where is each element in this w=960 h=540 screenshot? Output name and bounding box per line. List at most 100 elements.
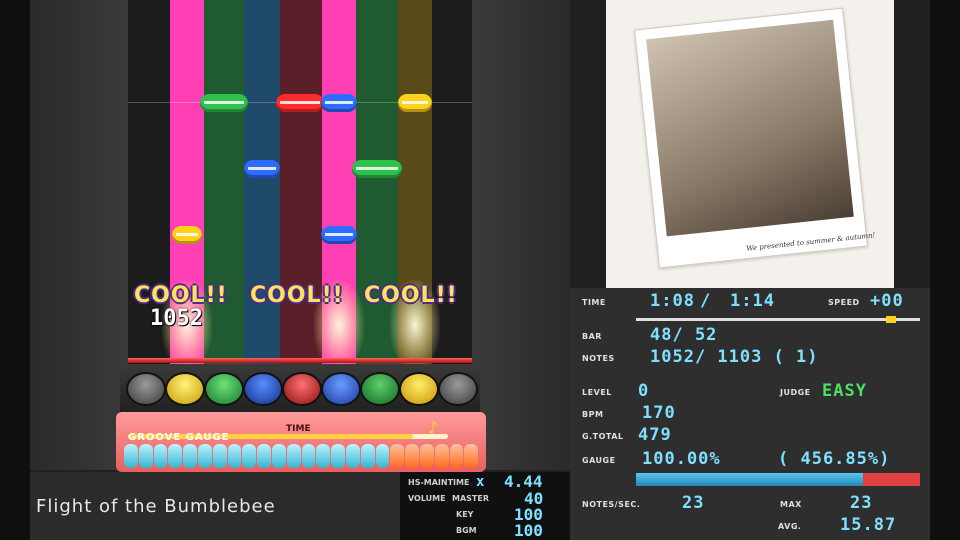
speed-bar xyxy=(636,316,920,323)
option-status: HS-MAINTIME x 4.44 VOLUME MASTER 40 KEY … xyxy=(400,472,570,540)
groove-cell xyxy=(405,444,419,468)
right-border xyxy=(930,0,960,540)
music-note-icon: ♪ xyxy=(428,418,439,437)
groove-cell xyxy=(138,444,153,468)
max-label: MAX xyxy=(780,500,802,509)
song-bar: Flight of the Bumblebee xyxy=(30,472,400,540)
notes-label: NOTES xyxy=(582,354,615,363)
jacket-photo xyxy=(634,7,868,269)
song-title: Flight of the Bumblebee xyxy=(36,496,276,517)
level-value: 0 xyxy=(638,381,650,401)
right-frame xyxy=(472,0,570,470)
groove-cell xyxy=(419,444,434,468)
note-red xyxy=(276,94,324,112)
gauge-panel: TIME ♪ GROOVE GAUGE xyxy=(116,412,486,472)
groove-cell xyxy=(286,444,301,468)
button-white[interactable] xyxy=(126,372,166,406)
bar-label: BAR xyxy=(582,332,602,341)
button-blue[interactable] xyxy=(321,372,361,406)
speed-marker xyxy=(886,316,896,323)
button-green[interactable] xyxy=(360,372,400,406)
time-label: TIME xyxy=(582,298,606,307)
gauge-value: 100.00% xyxy=(642,449,721,469)
notes-sec-label: NOTES/SEC. xyxy=(582,500,641,509)
groove-cell xyxy=(197,444,212,468)
button-yellow[interactable] xyxy=(399,372,439,406)
groove-cell xyxy=(464,444,479,468)
note-blue xyxy=(244,160,280,178)
groove-cell xyxy=(360,444,375,468)
avg-value: 15.87 xyxy=(840,515,897,535)
level-label: LEVEL xyxy=(582,388,612,397)
volume-label: VOLUME xyxy=(408,494,446,503)
gauge-bar xyxy=(636,473,920,486)
button-blue[interactable] xyxy=(243,372,283,406)
groove-cell xyxy=(124,444,138,468)
speed-value: +00 xyxy=(870,291,904,311)
groove-cell xyxy=(375,444,390,468)
time-current: 1:08 xyxy=(650,291,695,311)
groove-cell xyxy=(316,444,331,468)
master-label: MASTER xyxy=(452,494,489,503)
groove-cell xyxy=(390,444,405,468)
note-green xyxy=(200,94,248,112)
time-label: TIME xyxy=(286,424,311,434)
gauge-extra: ( 456.85%) xyxy=(778,449,891,469)
groove-cell xyxy=(212,444,227,468)
groove-cell xyxy=(183,444,197,468)
left-frame xyxy=(30,0,128,470)
button-white[interactable] xyxy=(438,372,478,406)
bgm-volume: 100 xyxy=(514,521,543,540)
judge-value: EASY xyxy=(822,381,867,401)
jacket-art: We presented to summer & autumn! xyxy=(606,0,894,288)
key-label: KEY xyxy=(456,510,474,519)
groove-gauge xyxy=(124,444,479,468)
gauge-label: GAUGE xyxy=(582,456,616,465)
groove-cell xyxy=(227,444,242,468)
left-border xyxy=(0,0,30,540)
hs-multiplier: x xyxy=(476,474,485,490)
judgement-text: COOL!! xyxy=(134,283,228,308)
bpm-value: 170 xyxy=(642,403,676,423)
note-yellow xyxy=(172,226,202,244)
button-green[interactable] xyxy=(204,372,244,406)
jacket-illustration xyxy=(646,19,854,237)
groove-cell xyxy=(257,444,271,468)
groove-cell xyxy=(449,444,464,468)
groove-cell xyxy=(301,444,316,468)
gtotal-value: 479 xyxy=(638,425,672,445)
note-blue xyxy=(321,94,357,112)
button-yellow[interactable] xyxy=(165,372,205,406)
time-separator: / xyxy=(700,291,712,311)
judge-label: JUDGE xyxy=(780,388,811,397)
groove-cell xyxy=(434,444,449,468)
playfield: COOL!! COOL!! COOL!! 1052 xyxy=(128,0,472,410)
game-screen: COOL!! COOL!! COOL!! 1052 TIME ♪ GROOVE … xyxy=(0,0,960,540)
max-value: 23 xyxy=(850,493,873,513)
bpm-label: BPM xyxy=(582,410,604,419)
lane-3 xyxy=(244,0,280,410)
groove-cell xyxy=(331,444,345,468)
stats-panel: TIME 1:08 / 1:14 SPEED +00 BAR 48/ 52 NO… xyxy=(570,288,930,540)
button-row xyxy=(120,364,480,414)
groove-cell xyxy=(242,444,257,468)
groove-gauge-label: GROOVE GAUGE xyxy=(128,432,230,443)
groove-cell xyxy=(271,444,286,468)
judgement-text: COOL!! xyxy=(364,283,458,308)
note-yellow xyxy=(398,94,432,112)
groove-cell xyxy=(345,444,360,468)
hit-line xyxy=(128,358,472,363)
time-total: 1:14 xyxy=(730,291,775,311)
gtotal-label: G.TOTAL xyxy=(582,432,624,441)
combo-counter: 1052 xyxy=(150,306,203,331)
gauge-bar-fill xyxy=(636,473,864,486)
hs-label: HS-MAINTIME xyxy=(408,478,470,487)
button-red[interactable] xyxy=(282,372,322,406)
notes-value: 1052/ 1103 ( 1) xyxy=(650,347,819,367)
speed-label: SPEED xyxy=(828,298,860,307)
bar-value: 48/ 52 xyxy=(650,325,718,345)
note-green xyxy=(352,160,402,178)
groove-cell xyxy=(168,444,183,468)
notes-sec-value: 23 xyxy=(682,493,705,513)
bgm-label: BGM xyxy=(456,526,477,535)
